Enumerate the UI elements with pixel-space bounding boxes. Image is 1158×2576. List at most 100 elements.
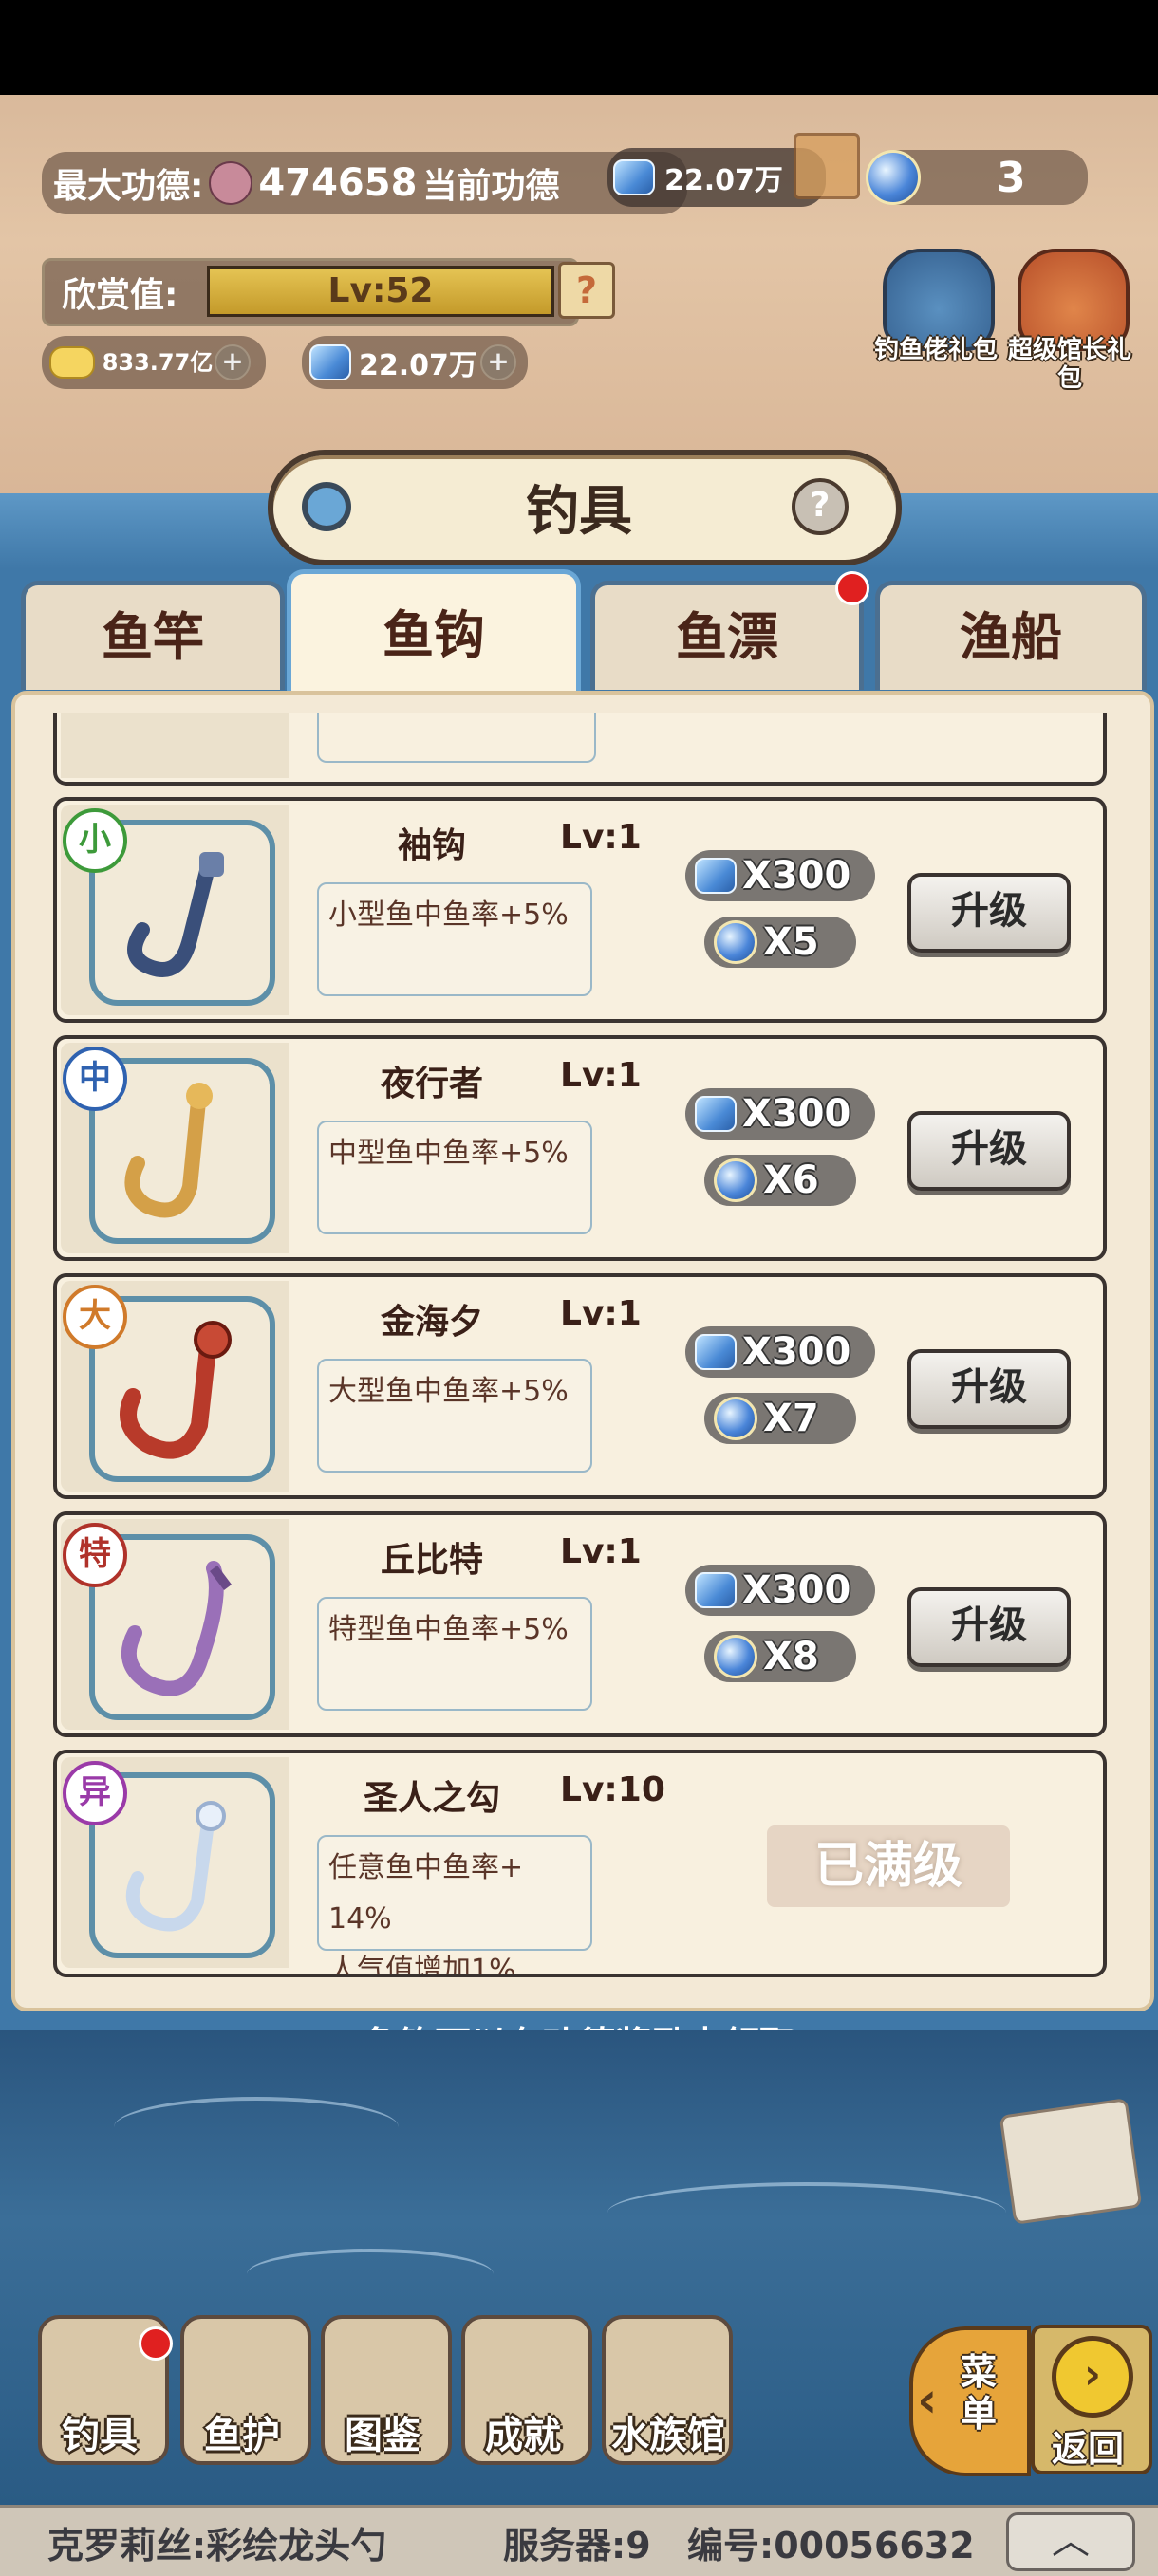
hook-description-line: 人气值增加1% [328,1954,516,1977]
gem-icon [695,1334,737,1370]
hook-description-line: 任意鱼中鱼率+ [328,1851,524,1884]
orb-icon [714,1158,757,1202]
expand-up-icon[interactable]: ︿ [1006,2512,1135,2571]
fisher-gift-label: 钓鱼佬礼包 [873,336,998,364]
appreciation-label: 欣赏值: [62,276,178,315]
gems-top-value: 22.07万 [664,164,783,197]
hook-name: 圣人之勾 [363,1779,500,1818]
tab-boat[interactable]: 渔船 [875,581,1147,690]
notification-dot [835,571,869,605]
gems-value: 22.07万 [359,349,477,382]
max-level-status: 已满级 [767,1825,1010,1907]
current-merit-label: 当前功德 [422,167,560,206]
gem-cost: X300 [685,1565,875,1616]
tab-float[interactable]: 鱼漂 [590,581,864,690]
back-label: 返回 [1051,2428,1124,2470]
size-badge: 大 [63,1285,127,1349]
list-item-partial [53,713,1107,786]
add-gold-plus-icon[interactable]: + [215,344,251,380]
back-arrow-icon: › [1052,2336,1133,2418]
hook-level: Lv:1 [560,1056,642,1095]
gem-cost: X300 [685,850,875,901]
nav-achievements-label: 成就 [485,2414,561,2457]
list-item: 特 丘比特 Lv:1 特型鱼中鱼率+5% X300 X8 升级 [53,1511,1107,1737]
orb-cost: X6 [704,1155,856,1206]
gem-icon [309,344,351,380]
orb-cost-value: X8 [763,1635,819,1678]
hook-level: Lv:1 [560,1532,642,1571]
nav-encyclopedia-label: 图鉴 [345,2414,420,2457]
hook-name: 袖钩 [397,826,466,865]
upgrade-button[interactable]: 升级 [907,873,1071,953]
max-merit-label: 最大功德: [53,167,204,206]
curator-gift-label: 超级馆长礼包 [1008,336,1132,393]
notification-dot [139,2326,173,2361]
gem-icon [695,1096,737,1132]
orb-icon [714,920,757,964]
appreciation-help-button[interactable]: ? [558,262,615,319]
menu-label: 菜单 [961,2351,998,2435]
hook-level: Lv:1 [560,818,642,857]
panel-indicator-icon [302,482,351,531]
tab-hook[interactable]: 鱼钩 [287,569,581,697]
gem-cost: X300 [685,1088,875,1140]
size-badge: 特 [63,1523,127,1587]
gem-icon [613,159,655,195]
upgrade-button[interactable]: 升级 [907,1587,1071,1667]
nav-tackle-label: 钓具 [62,2414,138,2457]
orb-icon [866,150,921,205]
orb-cost-value: X5 [763,920,819,964]
gem-cost-value: X300 [742,854,851,898]
panel-help-button[interactable]: ? [792,478,849,535]
gold-value: 833.77亿 [102,349,214,376]
hook-description: 大型鱼中鱼率+5% [317,1359,592,1473]
list-item: 大 金海夕 Lv:1 大型鱼中鱼率+5% X300 X7 升级 [53,1273,1107,1499]
list-item: 中 夜行者 Lv:1 中型鱼中鱼率+5% X300 X6 升级 [53,1035,1107,1261]
merit-bar: 最大功德: 474658 当前功德 [42,152,687,214]
gem-icon [695,1572,737,1608]
size-badge: 小 [63,808,127,873]
orb-cost: X7 [704,1393,856,1444]
list-item: 异 圣人之勾 Lv:10 任意鱼中鱼率+ 14% 人气值增加1% 已满级 [53,1750,1107,1977]
hook-name: 丘比特 [380,1541,483,1580]
chevron-left-icon: ‹ [917,2372,938,2429]
upgrade-button[interactable]: 升级 [907,1111,1071,1191]
player-id: 编号:00056632 [687,2525,975,2567]
server-info: 服务器:9 [503,2525,651,2567]
gem-icon [695,858,737,894]
size-badge: 中 [63,1047,127,1111]
hook-description: 中型鱼中鱼率+5% [317,1121,592,1234]
hook-level: Lv:10 [560,1770,665,1809]
hook-description: 任意鱼中鱼率+ 14% 人气值增加1% [317,1835,592,1974]
status-bar [0,0,1158,95]
hook-name: 金海夕 [380,1303,483,1342]
orb-cost-value: X7 [763,1397,819,1440]
hook-name: 夜行者 [380,1065,483,1103]
hook-description: 特型鱼中鱼率+5% [317,1597,592,1711]
orb-cost: X5 [704,917,856,968]
orb-cost-value: X6 [763,1158,819,1202]
gift-box-icon[interactable] [794,133,860,199]
gold-pill: 833.77亿 + [42,336,266,389]
max-merit-value: 474658 [258,161,418,205]
orb-icon [714,1397,757,1440]
orb-icon [714,1635,757,1678]
tab-rod[interactable]: 鱼竿 [21,581,285,690]
orb-cost: X8 [704,1631,856,1682]
gems-pill: 22.07万 + [302,336,528,389]
list-item: 小 袖钩 Lv:1 小型鱼中鱼率+5% X300 X5 升级 [53,797,1107,1023]
gem-cost-value: X300 [742,1568,851,1612]
orb-pill: 3 [866,150,1088,205]
gold-icon [49,346,95,379]
nav-aquarium-label: 水族馆 [611,2414,725,2457]
add-gems-plus-icon[interactable]: + [480,344,516,380]
size-badge: 异 [63,1761,127,1825]
appreciation-level: Lv:52 [207,266,554,317]
orb-count: 3 [997,153,1026,202]
upgrade-button[interactable]: 升级 [907,1349,1071,1429]
hook-description-line: 14% [328,1902,392,1936]
hook-level: Lv:1 [560,1294,642,1333]
player-info: 克罗莉丝:彩绘龙头勺 [47,2525,387,2567]
mail-icon[interactable] [999,2098,1143,2225]
hook-description: 小型鱼中鱼率+5% [317,882,592,996]
